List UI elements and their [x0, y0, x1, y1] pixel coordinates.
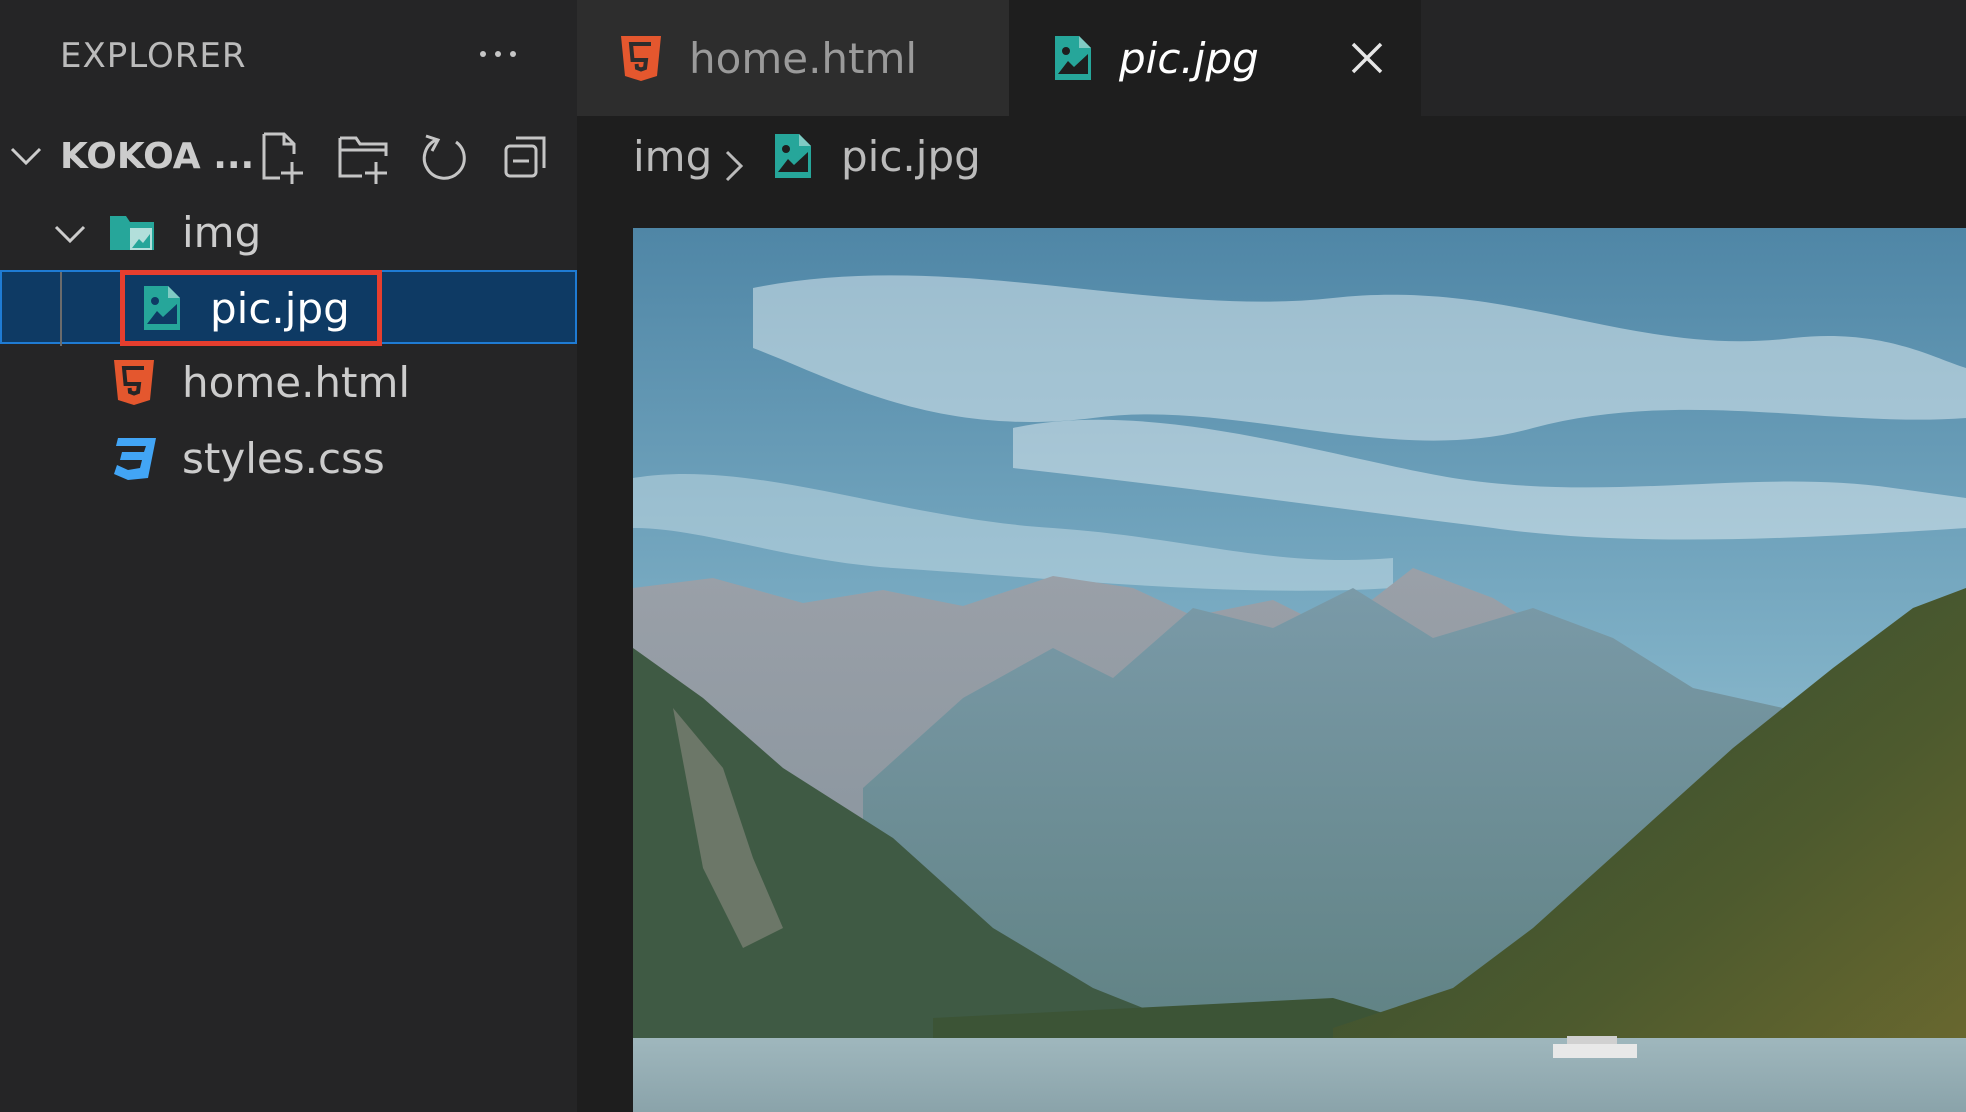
tree-item-label: home.html — [182, 358, 411, 407]
explorer-title: EXPLORER — [60, 36, 247, 76]
new-file-icon — [262, 132, 303, 184]
collapse-all-button[interactable] — [500, 130, 556, 186]
breadcrumb: img pic.jpg — [577, 116, 1966, 228]
landscape-photo — [633, 228, 1966, 1112]
tab-label: pic.jpg — [1119, 34, 1259, 83]
workspace-root-row[interactable]: KOKOA ... — [0, 126, 577, 186]
chevron-down-icon — [54, 225, 86, 244]
refresh-button[interactable] — [416, 130, 472, 186]
css3-icon — [114, 438, 156, 480]
tree-item-styles-css[interactable]: styles.css — [0, 422, 577, 496]
chevron-down-icon — [10, 147, 42, 166]
annotation-highlight-box — [120, 270, 382, 346]
image-preview — [633, 228, 1966, 1112]
new-folder-button[interactable] — [336, 130, 392, 186]
tree-item-pic-jpg[interactable]: pic.jpg — [0, 270, 577, 346]
image-file-icon — [775, 134, 811, 178]
more-dot-icon — [510, 51, 516, 57]
new-folder-icon — [338, 136, 388, 184]
chevron-right-icon — [725, 150, 744, 182]
more-actions-button[interactable] — [470, 34, 526, 74]
html5-icon — [114, 360, 154, 405]
tab-home-html[interactable]: home.html — [577, 0, 1009, 116]
tab-pic-jpg[interactable]: pic.jpg — [1009, 0, 1421, 116]
tree-item-home-html[interactable]: home.html — [0, 346, 577, 420]
breadcrumb-folder[interactable]: img — [633, 132, 712, 181]
tree-item-label: img — [182, 208, 262, 257]
image-file-icon — [1055, 36, 1091, 80]
more-dot-icon — [480, 51, 486, 57]
tree-item-img-folder[interactable]: img — [0, 196, 577, 270]
more-dot-icon — [495, 51, 501, 57]
indent-guide — [60, 272, 62, 346]
tab-label: home.html — [689, 34, 918, 83]
close-tab-icon[interactable] — [1347, 38, 1387, 78]
explorer-sidebar: EXPLORER KOKOA ... img pic.jpg home.html… — [0, 0, 577, 1112]
workspace-root-label: KOKOA ... — [60, 136, 255, 177]
new-file-button[interactable] — [256, 130, 312, 186]
refresh-icon — [422, 134, 466, 180]
collapse-all-icon — [504, 136, 546, 178]
image-folder-icon — [110, 216, 154, 250]
html5-icon — [621, 36, 661, 81]
explorer-header: EXPLORER — [0, 0, 577, 116]
tree-item-label: styles.css — [182, 434, 385, 483]
editor-tab-bar: home.html pic.jpg — [577, 0, 1966, 116]
breadcrumb-file[interactable]: pic.jpg — [841, 132, 981, 181]
